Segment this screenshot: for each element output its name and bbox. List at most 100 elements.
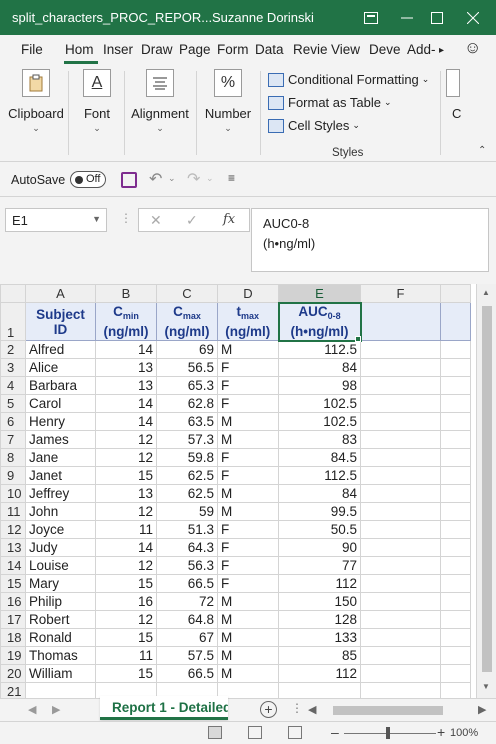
cell[interactable] — [360, 394, 441, 413]
row-header[interactable]: 18 — [0, 628, 26, 647]
sheet-prev-icon[interactable]: ◀ — [28, 703, 36, 716]
cell[interactable] — [360, 358, 441, 377]
cell-cmax[interactable]: 67 — [156, 628, 218, 647]
cell-tmax[interactable]: F — [217, 520, 279, 539]
cell-auc[interactable]: 112 — [278, 664, 361, 683]
row-header[interactable]: 6 — [0, 412, 26, 431]
collapse-ribbon-icon[interactable]: ⌃ — [478, 145, 486, 156]
tab-insert[interactable]: Inser — [103, 42, 133, 57]
font-group[interactable]: A Font ⌄ — [78, 69, 116, 134]
cell-subject[interactable]: Carol — [25, 394, 96, 413]
row-header[interactable]: 2 — [0, 340, 26, 359]
row-header[interactable]: 4 — [0, 376, 26, 395]
column-header-f[interactable]: F — [360, 284, 441, 303]
redo-icon[interactable]: ↷ — [187, 169, 200, 189]
tab-add-ins[interactable]: Add- — [407, 42, 436, 57]
cell-auc[interactable]: 112.5 — [278, 466, 361, 485]
scrollbar-thumb[interactable] — [333, 706, 443, 715]
cell[interactable] — [25, 682, 96, 698]
cell-subject[interactable]: Robert — [25, 610, 96, 629]
alignment-group[interactable]: Alignment ⌄ — [130, 69, 190, 134]
cell[interactable] — [360, 538, 441, 557]
cell-cmax[interactable]: 62.5 — [156, 466, 218, 485]
row-header[interactable]: 17 — [0, 610, 26, 629]
cell-tmax[interactable]: M — [217, 592, 279, 611]
cell[interactable] — [440, 646, 471, 665]
cell-subject[interactable]: Philip — [25, 592, 96, 611]
cell-auc[interactable]: 83 — [278, 430, 361, 449]
cell-cmin[interactable]: 14 — [95, 412, 157, 431]
tab-home[interactable]: Hom — [65, 42, 94, 57]
cell-cmax[interactable]: 51.3 — [156, 520, 218, 539]
header-cell-cmax[interactable]: Cmax (ng/ml) — [156, 302, 218, 341]
cell-subject[interactable]: Judy — [25, 538, 96, 557]
name-box[interactable]: E1 ▼ — [5, 208, 107, 232]
zoom-in-icon[interactable]: + — [437, 724, 445, 740]
cell-cmin[interactable]: 15 — [95, 466, 157, 485]
cell-cmax[interactable]: 69 — [156, 340, 218, 359]
cell-auc[interactable]: 77 — [278, 556, 361, 575]
row-header[interactable]: 15 — [0, 574, 26, 593]
cell-subject[interactable]: James — [25, 430, 96, 449]
autosave-toggle[interactable]: Off — [70, 171, 106, 188]
zoom-slider[interactable] — [344, 733, 436, 734]
cell-cmin[interactable]: 14 — [95, 340, 157, 359]
cell[interactable] — [440, 340, 471, 359]
row-header[interactable]: 19 — [0, 646, 26, 665]
cells-group[interactable]: C — [446, 69, 468, 121]
row-header[interactable]: 5 — [0, 394, 26, 413]
cell-cmin[interactable]: 15 — [95, 664, 157, 683]
cell-cmax[interactable]: 62.8 — [156, 394, 218, 413]
cell-cmin[interactable]: 12 — [95, 448, 157, 467]
cell[interactable] — [440, 412, 471, 431]
cell-subject[interactable]: Louise — [25, 556, 96, 575]
zoom-slider-knob[interactable] — [386, 727, 390, 739]
cell-tmax[interactable]: F — [217, 394, 279, 413]
cell-tmax[interactable]: F — [217, 538, 279, 557]
cell-cmin[interactable]: 13 — [95, 484, 157, 503]
row-header[interactable]: 11 — [0, 502, 26, 521]
cell-subject[interactable]: John — [25, 502, 96, 521]
cell-auc[interactable]: 85 — [278, 646, 361, 665]
zoom-out-icon[interactable]: – — [331, 724, 339, 740]
cell[interactable] — [360, 574, 441, 593]
cell-subject[interactable]: Ronald — [25, 628, 96, 647]
cell[interactable] — [360, 412, 441, 431]
cell[interactable] — [360, 520, 441, 539]
cell[interactable] — [360, 484, 441, 503]
chevron-down-icon[interactable]: ⌄ — [168, 173, 176, 184]
fill-handle[interactable] — [355, 336, 361, 342]
cell-cmax[interactable]: 66.5 — [156, 574, 218, 593]
cell-cmin[interactable]: 12 — [95, 502, 157, 521]
cell-auc[interactable]: 150 — [278, 592, 361, 611]
vertical-scrollbar[interactable]: ▲ ▼ — [476, 284, 496, 698]
cell-subject[interactable]: Jeffrey — [25, 484, 96, 503]
cell[interactable] — [440, 302, 471, 341]
column-header-c[interactable]: C — [156, 284, 218, 303]
format-as-table-button[interactable]: Format as Table ⌄ — [268, 95, 392, 110]
cell-cmin[interactable]: 12 — [95, 430, 157, 449]
cell-cmax[interactable]: 65.3 — [156, 376, 218, 395]
cell[interactable] — [360, 682, 441, 698]
cancel-icon[interactable]: ✕ — [150, 212, 162, 229]
cell-cmin[interactable]: 14 — [95, 394, 157, 413]
scroll-down-icon[interactable]: ▼ — [482, 682, 490, 691]
insert-function-icon[interactable]: fx — [223, 212, 235, 227]
header-cell-cmin[interactable]: Cmin (ng/ml) — [95, 302, 157, 341]
tab-review[interactable]: Revie — [293, 42, 328, 57]
header-cell-auc[interactable]: AUC0-8 (h•ng/ml) — [277, 301, 362, 342]
cell[interactable] — [440, 628, 471, 647]
cell-tmax[interactable]: F — [217, 466, 279, 485]
cell-cmax[interactable]: 64.8 — [156, 610, 218, 629]
row-header[interactable]: 3 — [0, 358, 26, 377]
row-header[interactable]: 10 — [0, 484, 26, 503]
cell[interactable] — [440, 502, 471, 521]
cell[interactable] — [440, 574, 471, 593]
cell-styles-button[interactable]: Cell Styles ⌄ — [268, 118, 360, 133]
tab-data[interactable]: Data — [255, 42, 284, 57]
formula-input[interactable]: AUC0-8 (h•ng/ml) — [251, 208, 489, 272]
cell[interactable] — [440, 664, 471, 683]
cell-cmin[interactable]: 12 — [95, 556, 157, 575]
cell-subject[interactable]: Joyce — [25, 520, 96, 539]
cell-cmax[interactable]: 56.3 — [156, 556, 218, 575]
